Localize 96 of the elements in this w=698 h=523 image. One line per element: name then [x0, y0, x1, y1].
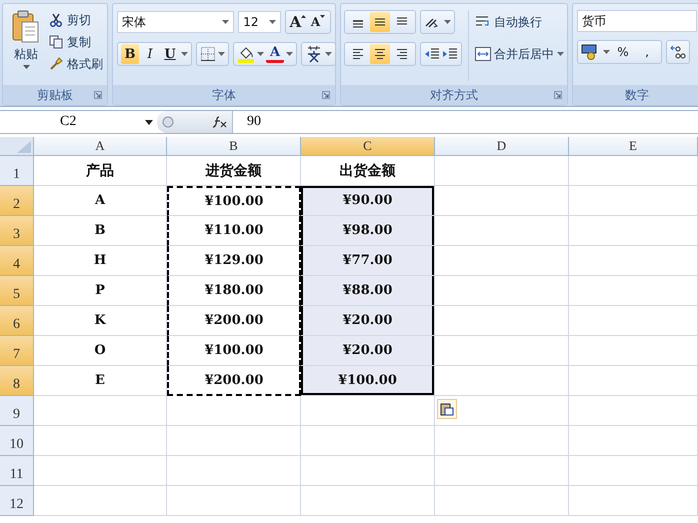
row-header[interactable]: 7 — [0, 336, 34, 366]
paste-options-icon[interactable] — [437, 399, 457, 419]
name-box[interactable]: C2 — [0, 111, 157, 133]
caret-icon[interactable] — [286, 52, 293, 56]
italic-button[interactable]: I — [141, 44, 159, 64]
row-header[interactable]: 2 — [0, 186, 34, 216]
cut-button[interactable]: 剪切 — [49, 10, 103, 30]
table-cell: 进货金额 — [167, 156, 301, 186]
merge-cells-icon — [475, 47, 491, 61]
table-cell: K — [34, 306, 167, 336]
table-cell: A — [34, 186, 167, 216]
percent-button[interactable]: % — [612, 42, 634, 62]
row-header[interactable]: 11 — [0, 456, 34, 486]
column-header[interactable]: B — [167, 137, 301, 156]
table-cell: ¥20.00 — [301, 306, 435, 336]
table-cell: P — [34, 276, 167, 306]
column-header[interactable]: D — [435, 137, 569, 156]
merge-center-button[interactable]: 合并后居中 — [475, 42, 564, 66]
vertical-align-button[interactable] — [370, 12, 390, 32]
table-cell: B — [34, 216, 167, 246]
caret-icon — [145, 120, 153, 124]
clipboard-icon — [11, 10, 41, 44]
fill-bucket-icon[interactable] — [237, 45, 255, 63]
group-title: 数字 — [625, 86, 649, 104]
table-cell: ¥88.00 — [301, 276, 435, 306]
wrap-text-button[interactable]: 自动换行 — [475, 10, 564, 34]
caret-icon — [557, 52, 564, 56]
phonetic-guide-icon[interactable] — [305, 45, 323, 63]
caret-icon[interactable] — [444, 20, 451, 24]
shrink-font-button[interactable]: A — [309, 12, 327, 32]
align-lines-icon — [375, 18, 385, 26]
column-header[interactable]: E — [569, 137, 698, 156]
group-title: 字体 — [212, 86, 236, 104]
decrease-indent-icon[interactable] — [424, 47, 440, 61]
dialog-launcher-icon[interactable] — [94, 91, 102, 99]
align-lines-icon — [375, 48, 385, 60]
borders-icon[interactable] — [200, 46, 216, 62]
scissors-icon — [49, 13, 63, 27]
align-lines-icon — [353, 48, 363, 60]
font-name-combo[interactable]: 宋体 — [117, 11, 234, 33]
font-color-button[interactable]: A — [266, 46, 284, 62]
paste-button[interactable]: 粘贴 — [7, 10, 45, 85]
caret-icon[interactable] — [181, 52, 188, 56]
row-header[interactable]: 5 — [0, 276, 34, 306]
group-title: 对齐方式 — [430, 86, 478, 104]
caret-icon — [269, 20, 276, 24]
comma-button[interactable]: , — [636, 42, 658, 62]
font-size-combo[interactable]: 12 — [238, 11, 281, 33]
format-painter-button[interactable]: 格式刷 — [49, 54, 103, 74]
increase-indent-icon[interactable] — [442, 47, 458, 61]
table-cell: E — [34, 366, 167, 396]
paintbrush-icon — [49, 57, 63, 71]
grow-font-button[interactable]: A — [289, 12, 307, 32]
underline-button[interactable]: U — [161, 44, 179, 64]
table-cell: ¥100.00 — [301, 366, 435, 396]
table-cell: O — [34, 336, 167, 366]
caret-icon — [22, 65, 30, 69]
horizontal-align-button[interactable] — [370, 44, 390, 64]
down-arrow-icon — [320, 15, 326, 18]
number-format-combo[interactable]: 货币 — [577, 10, 697, 32]
table-cell: 产品 — [34, 156, 167, 186]
copy-icon — [49, 35, 63, 49]
caret-icon[interactable] — [325, 52, 332, 56]
splitter-handle-icon[interactable] — [161, 114, 175, 130]
row-header[interactable]: 9 — [0, 396, 34, 426]
row-header[interactable]: 10 — [0, 426, 34, 456]
row-header[interactable]: 6 — [0, 306, 34, 336]
table-cell: H — [34, 246, 167, 276]
align-lines-icon — [397, 48, 407, 60]
increase-decimal-icon[interactable] — [670, 45, 686, 59]
up-arrow-icon — [301, 15, 306, 18]
row-header[interactable]: 8 — [0, 366, 34, 396]
table-cell: ¥20.00 — [301, 336, 435, 366]
triangle-icon — [17, 141, 31, 153]
column-header[interactable]: A — [34, 137, 167, 156]
table-cell: ¥77.00 — [301, 246, 435, 276]
row-header[interactable]: 1 — [0, 156, 34, 186]
column-header[interactable]: C — [301, 137, 435, 156]
insert-function-icon[interactable] — [212, 115, 228, 129]
copy-button[interactable]: 复制 — [49, 32, 103, 52]
table-cell: ¥98.00 — [301, 216, 435, 246]
bold-button[interactable]: B — [121, 44, 139, 64]
caret-icon — [222, 20, 230, 24]
row-header[interactable]: 3 — [0, 216, 34, 246]
caret-icon[interactable] — [603, 50, 610, 54]
dialog-launcher-icon[interactable] — [322, 91, 330, 99]
row-header[interactable]: 12 — [0, 486, 34, 516]
align-lines-icon — [353, 20, 363, 28]
caret-icon[interactable] — [218, 52, 225, 56]
table-cell: ¥90.00 — [301, 186, 435, 216]
row-header[interactable]: 4 — [0, 246, 34, 276]
dialog-launcher-icon[interactable] — [554, 91, 562, 99]
caret-icon[interactable] — [257, 52, 264, 56]
group-title: 剪贴板 — [37, 86, 73, 104]
align-lines-icon — [397, 16, 407, 24]
formula-input[interactable]: 90 — [233, 111, 261, 133]
